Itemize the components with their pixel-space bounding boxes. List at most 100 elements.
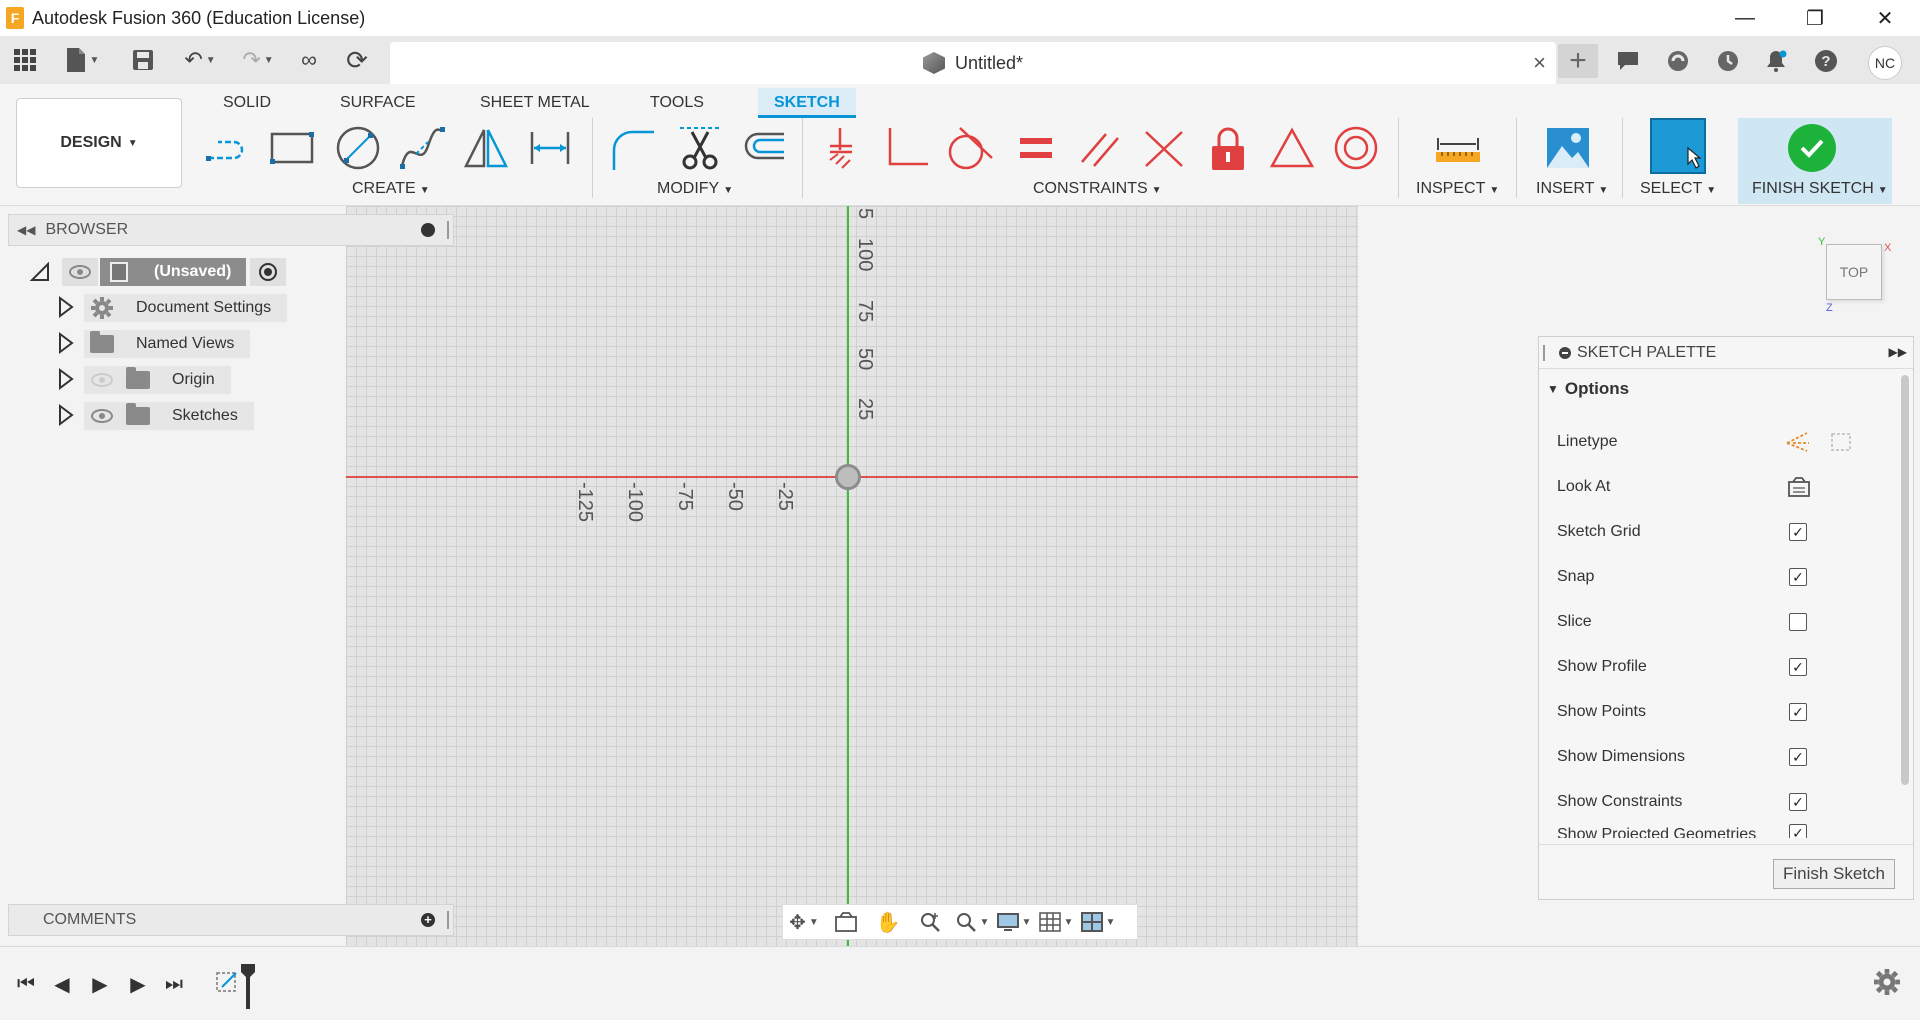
modify-menu[interactable]: MODIFY ▼ — [657, 180, 733, 198]
timeline-marker-handle[interactable] — [240, 963, 256, 1009]
step-back-icon[interactable]: ◀ — [46, 969, 78, 999]
rectangle-tool-icon[interactable] — [264, 120, 320, 176]
equal-constraint-icon[interactable] — [1008, 120, 1064, 176]
show-constraints-checkbox[interactable]: ✓ — [1789, 792, 1807, 811]
hidden-eye-icon[interactable] — [84, 366, 120, 394]
finish-sketch-button[interactable]: Finish Sketch — [1773, 859, 1895, 889]
go-to-start-icon[interactable]: ⏮ — [10, 969, 42, 999]
show-points-checkbox[interactable]: ✓ — [1789, 702, 1807, 721]
palette-minimize-icon[interactable] — [1559, 346, 1571, 359]
minimize-button[interactable]: — — [1710, 0, 1780, 36]
comments-bubble-icon[interactable] — [1608, 44, 1648, 78]
workspace-design-dropdown[interactable]: DESIGN ▼ — [16, 98, 182, 188]
spline-tool-icon[interactable] — [394, 120, 450, 176]
root-visibility-eye-icon[interactable] — [62, 258, 98, 286]
offset-tool-icon[interactable] — [734, 120, 790, 176]
new-tab-plus-icon[interactable]: + — [1558, 44, 1598, 78]
sketch-grid-checkbox[interactable]: ✓ — [1789, 522, 1807, 541]
collinear-constraint-icon[interactable] — [1136, 120, 1192, 176]
show-projected-geometries-checkbox[interactable]: ✓ — [1789, 824, 1807, 838]
help-icon[interactable]: ? — [1806, 44, 1846, 78]
perpendicular-constraint-icon[interactable] — [878, 120, 934, 176]
tab-tools[interactable]: TOOLS — [650, 88, 704, 118]
close-tab-icon[interactable]: × — [1533, 50, 1546, 76]
tab-sketch[interactable]: SKETCH — [758, 88, 856, 118]
coincident-constraint-icon[interactable] — [814, 120, 870, 176]
look-at-nav-icon[interactable] — [825, 906, 867, 938]
job-status-icon[interactable]: ∞ — [292, 44, 326, 76]
finish-sketch-menu[interactable]: FINISH SKETCH ▼ — [1752, 180, 1888, 198]
show-dimensions-checkbox[interactable]: ✓ — [1789, 747, 1807, 766]
centerline-linetype-icon[interactable] — [1829, 431, 1853, 453]
zoom-fit-icon[interactable]: ▼ — [951, 906, 993, 938]
refresh-icon[interactable]: ⟳ — [340, 44, 374, 76]
circle-tool-icon[interactable] — [330, 120, 386, 176]
orbit-icon[interactable]: ✥ ▼ — [783, 906, 825, 938]
display-settings-icon[interactable]: ▼ — [993, 906, 1035, 938]
view-cube[interactable]: TOP — [1826, 244, 1882, 300]
viewports-icon[interactable]: ▼ — [1077, 906, 1119, 938]
tree-item-named-views[interactable]: Named Views — [58, 329, 251, 359]
user-avatar[interactable]: NC — [1868, 46, 1902, 80]
extensions-icon[interactable] — [1658, 44, 1698, 78]
tree-root-row[interactable]: (Unsaved) — [30, 257, 286, 287]
comments-resize-handle[interactable] — [447, 911, 449, 929]
sketch-canvas-grid[interactable] — [346, 206, 1358, 946]
tab-surface[interactable]: SURFACE — [340, 88, 416, 118]
collapse-browser-icon[interactable]: ◀◀ — [17, 223, 35, 237]
finish-sketch-group[interactable]: FINISH SKETCH ▼ — [1738, 118, 1892, 204]
save-icon[interactable] — [128, 44, 158, 76]
section-collapse-caret-icon[interactable]: ▼ — [1547, 382, 1559, 396]
create-menu[interactable]: CREATE ▼ — [352, 180, 430, 198]
zoom-window-icon[interactable] — [909, 906, 951, 938]
insert-menu[interactable]: INSERT ▼ — [1536, 180, 1608, 198]
select-menu[interactable]: SELECT ▼ — [1640, 180, 1716, 198]
expand-triangle-icon[interactable] — [58, 404, 78, 428]
timeline-settings-gear-icon[interactable] — [1874, 969, 1902, 997]
collapse-triangle-icon[interactable] — [30, 262, 50, 282]
construction-linetype-icon[interactable] — [1785, 431, 1811, 453]
concentric-constraint-icon[interactable] — [1328, 120, 1384, 176]
slice-checkbox[interactable] — [1789, 612, 1807, 631]
insert-image-icon[interactable] — [1540, 120, 1596, 176]
options-section-header[interactable]: ▼ Options — [1539, 369, 1913, 409]
mirror-tool-icon[interactable] — [458, 120, 514, 176]
tangent-constraint-icon[interactable] — [942, 120, 998, 176]
dimension-tool-icon[interactable] — [522, 120, 578, 176]
go-to-end-icon[interactable]: ⏭ — [158, 969, 190, 999]
file-menu-icon[interactable]: ▼ — [62, 44, 102, 76]
tree-item-document-settings[interactable]: Document Settings — [58, 293, 288, 323]
look-at-icon[interactable] — [1787, 476, 1811, 498]
expand-palette-icon[interactable]: ▶▶ — [1889, 345, 1907, 359]
measure-ruler-icon[interactable] — [1430, 120, 1486, 176]
root-component-item[interactable]: (Unsaved) — [100, 258, 246, 286]
tab-sheet-metal[interactable]: SHEET METAL — [480, 88, 590, 118]
restore-button[interactable]: ❐ — [1780, 0, 1850, 36]
browser-minimize-icon[interactable] — [421, 223, 435, 237]
fillet-tool-icon[interactable] — [604, 120, 660, 176]
palette-drag-handle[interactable] — [1543, 345, 1545, 361]
snap-checkbox[interactable]: ✓ — [1789, 567, 1807, 586]
palette-scrollbar[interactable] — [1901, 375, 1909, 785]
finish-sketch-check-icon[interactable] — [1788, 124, 1836, 172]
fix-lock-constraint-icon[interactable] — [1200, 120, 1256, 176]
select-tool-icon[interactable] — [1650, 118, 1706, 174]
line-tool-icon[interactable] — [200, 120, 256, 176]
inspect-menu[interactable]: INSPECT ▼ — [1416, 180, 1499, 198]
constraints-menu[interactable]: CONSTRAINTS ▼ — [1033, 180, 1162, 198]
job-history-clock-icon[interactable] — [1708, 44, 1748, 78]
tree-item-origin[interactable]: Origin — [58, 365, 231, 395]
activate-radio-icon[interactable] — [250, 258, 286, 286]
step-forward-icon[interactable]: ▶ — [122, 969, 154, 999]
expand-triangle-icon[interactable] — [58, 368, 78, 392]
close-window-button[interactable]: ✕ — [1850, 0, 1920, 36]
visibility-eye-icon[interactable] — [84, 402, 120, 430]
show-profile-checkbox[interactable]: ✓ — [1789, 657, 1807, 676]
origin-point[interactable] — [835, 464, 861, 490]
trim-scissors-icon[interactable] — [672, 120, 728, 176]
tab-solid[interactable]: SOLID — [223, 88, 271, 118]
browser-resize-handle[interactable] — [447, 221, 449, 239]
play-icon[interactable]: ▶ — [84, 969, 116, 999]
symmetry-triangle-constraint-icon[interactable] — [1264, 120, 1320, 176]
tree-item-sketches[interactable]: Sketches — [58, 401, 254, 431]
